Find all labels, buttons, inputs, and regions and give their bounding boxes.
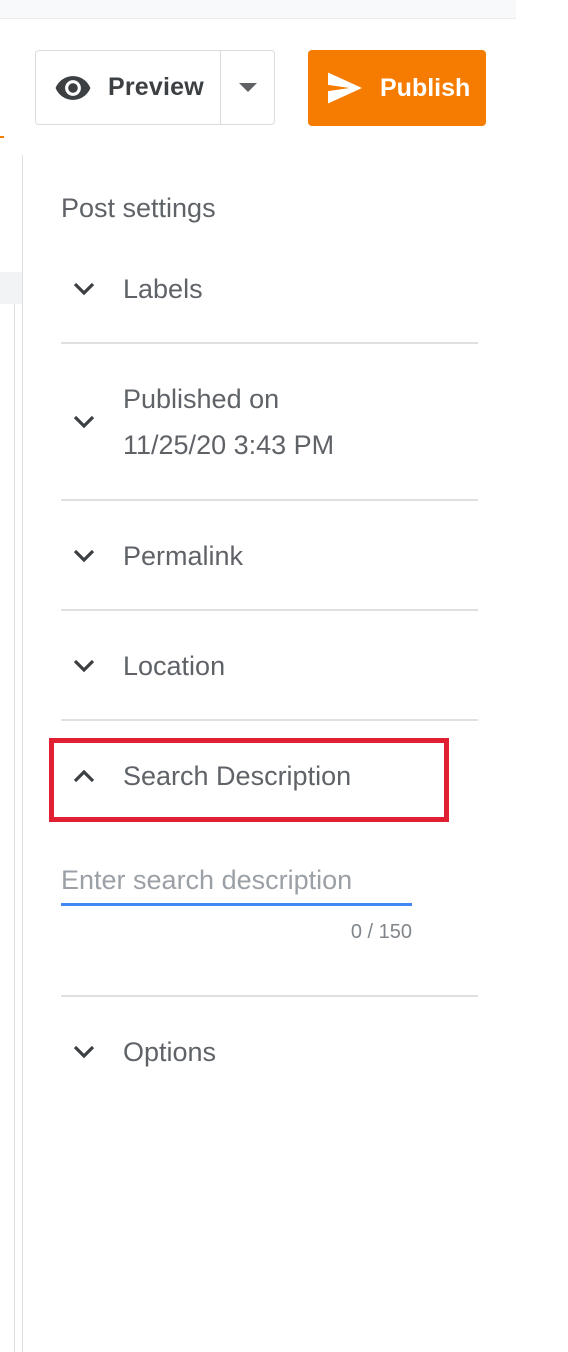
settings-section-label: Labels [123, 274, 203, 304]
settings-section-permalink[interactable]: Permalink [61, 533, 478, 579]
chevron-down-icon [61, 273, 109, 305]
chevron-down-icon [61, 650, 109, 682]
active-tab-indicator [0, 136, 4, 138]
search-description-input[interactable] [61, 858, 412, 906]
preview-dropdown-button[interactable] [221, 51, 274, 124]
settings-section-label: Options [123, 1037, 217, 1067]
published-on-text: Published on 11/25/20 3:43 PM [123, 376, 334, 468]
eye-icon [55, 75, 91, 100]
send-icon [328, 72, 362, 104]
section-divider [61, 342, 478, 344]
section-divider [61, 719, 478, 721]
settings-section-label: Permalink [123, 541, 244, 571]
editor-toolbar-edge [0, 272, 22, 304]
section-divider [61, 609, 478, 611]
pane-divider [22, 155, 23, 1352]
preview-button[interactable]: Preview [36, 51, 221, 124]
settings-section-published-on[interactable]: Published on 11/25/20 3:43 PM [61, 376, 478, 468]
section-divider [61, 995, 478, 997]
chevron-down-icon [61, 406, 109, 438]
preview-button-group: Preview [35, 50, 275, 125]
settings-section-options[interactable]: Options [61, 1029, 478, 1075]
publish-button[interactable]: Publish [308, 50, 486, 126]
settings-section-labels[interactable]: Labels [61, 266, 478, 312]
top-strip [0, 0, 516, 19]
section-divider [61, 499, 478, 501]
post-settings-title: Post settings [61, 193, 216, 223]
chevron-down-icon [61, 1036, 109, 1068]
settings-section-location[interactable]: Location [61, 643, 478, 689]
published-on-label: Published on [123, 384, 280, 414]
publish-label: Publish [380, 73, 471, 102]
settings-section-label: Location [123, 651, 226, 681]
blogger-post-editor: Preview Publish Post settings Labels Pub [0, 0, 568, 1352]
preview-label: Preview [108, 73, 204, 101]
char-counter: 0 / 150 [350, 921, 412, 943]
published-on-date: 11/25/20 3:43 PM [123, 430, 335, 460]
caret-down-icon [238, 82, 257, 92]
highlight-box [49, 738, 449, 822]
editor-canvas-edge [0, 304, 15, 1352]
chevron-down-icon [61, 540, 109, 572]
